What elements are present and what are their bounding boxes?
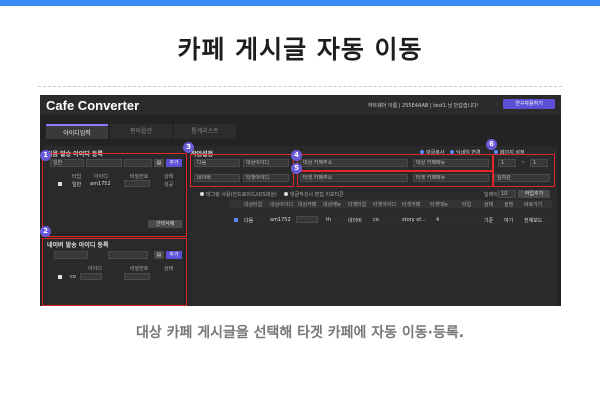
task-target-id: co (373, 217, 379, 223)
task-target-type: 네이버 (348, 218, 362, 224)
emoticon-option-label: 댓글작성시 편집 이모티콘 (290, 192, 344, 198)
col-target-cafe: 타겟카페 (402, 202, 421, 208)
task-status: 기준 (484, 218, 494, 224)
tagging-option-label: 태그링 사용(안드로이드/iOS대상) (206, 192, 277, 198)
col-type: 타입 (462, 202, 472, 208)
user-info: 하트웨어 이름 | 255E4AAB | test1 님 반갑습니다! (368, 103, 479, 109)
task-source-cafe (296, 216, 318, 223)
header-button[interactable]: 연구자용하기 (503, 99, 555, 109)
task-source-type: 다음 (244, 218, 254, 224)
annotation-box-4 (297, 154, 493, 171)
annotation-box-3 (190, 154, 294, 187)
col-target-id: 타겟아이디 (373, 202, 397, 208)
tab-id-input[interactable]: 아이디입력 (46, 124, 108, 139)
logo-word-cafe: Cafe (46, 98, 75, 113)
delay-label: 딜레이 (484, 192, 498, 198)
col-status: 삼태 (484, 202, 494, 208)
tab-options[interactable]: 편의옵션 (110, 124, 172, 139)
col-target-type: 타겟타입 (348, 202, 367, 208)
task-table-row[interactable]: 다음 am1752 th 네이버 co story of... 4 기준 여기 … (230, 216, 552, 224)
logo-word-converter: Converter (74, 98, 140, 113)
annotation-badge-1: 1 (40, 150, 51, 161)
task-target-menu: 4 (436, 217, 440, 223)
tab-stats-list[interactable]: 통계리스트 (174, 124, 236, 139)
dashed-divider (38, 86, 562, 87)
task-target-cafe: story of... (402, 217, 426, 223)
annotation-badge-5: 5 (291, 163, 302, 174)
annotation-badge-6: 6 (486, 139, 497, 150)
annotation-box-5 (297, 171, 493, 187)
task-source-id: am1752 (270, 217, 291, 223)
annotation-badge-2: 2 (40, 226, 51, 237)
app-header: Cafe Converter 하트웨어 이름 | 255E4AAB | test… (40, 95, 561, 115)
page-title: 카페 게시글 자동 이동 (177, 35, 423, 64)
col-description: 설명 (504, 202, 514, 208)
annotation-badge-4: 4 (291, 150, 302, 161)
col-source-id: 대상아이디 (270, 202, 294, 208)
tagging-option-toggle[interactable] (200, 192, 204, 196)
annotation-box-6 (493, 154, 555, 187)
col-target-menu: 타겟메뉴 (430, 202, 449, 208)
task-table-header: 대상타입 대상아이디 대상카페 대상메뉴 타겟타입 타겟아이디 타겟카페 타겟메… (230, 200, 552, 208)
task-row-checkbox[interactable] (234, 218, 238, 222)
task-description: 여기 (504, 218, 514, 224)
page-caption: 대상 카페 게시글을 선택해 타겟 카페에 자동 이동·등록. (135, 325, 465, 341)
delay-input[interactable]: 10 (498, 190, 516, 198)
task-source-menu: th (326, 217, 332, 223)
col-source-menu: 대상메뉴 (323, 202, 342, 208)
annotation-badge-3: 3 (183, 142, 194, 153)
col-source-cafe: 대상카페 (298, 202, 317, 208)
emoticon-option-toggle[interactable] (284, 192, 288, 196)
col-shortcut: 바로가기 (524, 202, 543, 208)
app-screenshot: Cafe Converter 하트웨어 이름 | 255E4AAB | test… (40, 95, 561, 306)
app-logo: Cafe Converter (46, 98, 139, 113)
add-task-button[interactable]: 작업추가 (518, 190, 550, 198)
task-shortcut: 전체모드 (524, 218, 543, 224)
col-source-type: 대상타입 (244, 202, 263, 208)
annotation-box-2 (42, 238, 187, 306)
tab-bar: 아이디입력 편의옵션 통계리스트 (40, 124, 561, 139)
top-accent-bar (0, 0, 600, 6)
annotation-box-1 (42, 153, 187, 237)
